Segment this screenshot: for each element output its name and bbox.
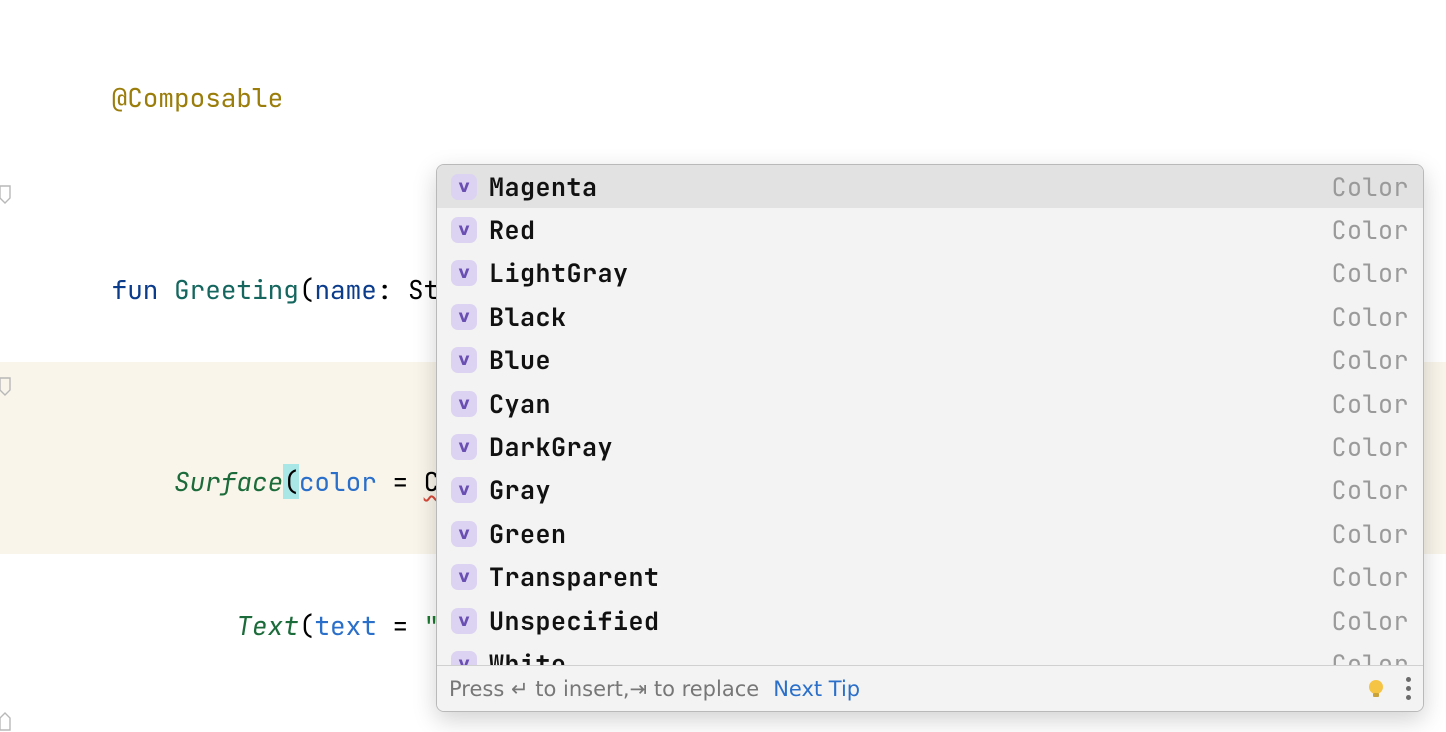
completion-item[interactable]: v LightGray Color: [437, 252, 1423, 295]
completion-item[interactable]: v Red Color: [437, 208, 1423, 251]
completion-item-type: Color: [1331, 647, 1409, 665]
completion-item-label: Unspecified: [489, 604, 660, 638]
more-options-icon[interactable]: [1405, 677, 1411, 700]
completion-item-label: Blue: [489, 343, 551, 377]
tab-key-icon: ⇥: [630, 677, 648, 701]
lightbulb-icon[interactable]: [1365, 678, 1387, 700]
paren-open: (: [299, 608, 315, 643]
gutter-fold-icon[interactable]: [0, 712, 12, 732]
completion-item[interactable]: v Unspecified Color: [437, 599, 1423, 642]
completion-item-label: Transparent: [489, 560, 660, 594]
code-editor[interactable]: @Composable fun Greeting(name: String) {…: [0, 0, 1446, 732]
gutter-fold-icon[interactable]: [0, 184, 12, 204]
completion-item-type: Color: [1331, 473, 1409, 507]
completion-popup[interactable]: v Magenta Color v Red Color v LightGray Color v Bl…: [436, 164, 1424, 712]
completion-item-type: Color: [1331, 213, 1409, 247]
indent: [112, 608, 237, 643]
completion-item-label: Magenta: [489, 170, 598, 204]
enter-key-icon: ↵: [511, 677, 529, 701]
value-badge-icon: v: [451, 564, 477, 590]
completion-list[interactable]: v Magenta Color v Red Color v LightGray Color v Bl…: [437, 165, 1423, 665]
value-badge-icon: v: [451, 434, 477, 460]
completion-item-label: LightGray: [489, 256, 629, 290]
completion-item-type: Color: [1331, 256, 1409, 290]
value-badge-icon: v: [451, 260, 477, 286]
completion-item-label: Green: [489, 517, 567, 551]
function-name: Greeting: [174, 272, 299, 307]
completion-item[interactable]: v Blue Color: [437, 339, 1423, 382]
next-tip-link[interactable]: Next Tip: [773, 677, 860, 701]
footer-hint-replace: ⇥ to replace: [630, 677, 760, 701]
completion-item-type: Color: [1331, 300, 1409, 334]
gutter-fold-icon[interactable]: [0, 376, 12, 396]
value-badge-icon: v: [451, 174, 477, 200]
completion-item-type: Color: [1331, 343, 1409, 377]
value-badge-icon: v: [451, 477, 477, 503]
completion-item[interactable]: v DarkGray Color: [437, 425, 1423, 468]
completion-item-label: DarkGray: [489, 430, 613, 464]
completion-item-type: Color: [1331, 430, 1409, 464]
completion-item[interactable]: v Cyan Color: [437, 382, 1423, 425]
completion-item-type: Color: [1331, 604, 1409, 638]
completion-item-label: Gray: [489, 473, 551, 507]
completion-item-label: Black: [489, 300, 567, 334]
completion-item-label: Red: [489, 213, 536, 247]
indent: [112, 464, 174, 499]
completion-item-type: Color: [1331, 517, 1409, 551]
named-arg-color: color: [299, 464, 377, 499]
completion-item[interactable]: v Black Color: [437, 295, 1423, 338]
eq: =: [377, 608, 424, 643]
completion-item[interactable]: v Green Color: [437, 512, 1423, 555]
param-colon: :: [377, 272, 408, 307]
code-line-annotation[interactable]: @Composable: [0, 26, 1446, 170]
footer-text: Press: [449, 677, 511, 701]
value-badge-icon: v: [451, 347, 477, 373]
completion-item-type: Color: [1331, 387, 1409, 421]
param-name: name: [314, 272, 376, 307]
value-badge-icon: v: [451, 217, 477, 243]
footer-text: to replace: [647, 677, 759, 701]
value-badge-icon: v: [451, 651, 477, 665]
call-surface: Surface: [174, 464, 283, 499]
keyword-fun: fun: [112, 272, 174, 307]
value-badge-icon: v: [451, 304, 477, 330]
footer-hint-insert: Press ↵ to insert,: [449, 677, 630, 701]
value-badge-icon: v: [451, 521, 477, 547]
annotation: @Composable: [112, 80, 284, 115]
completion-footer: Press ↵ to insert, ⇥ to replace Next Tip: [437, 665, 1423, 711]
completion-item[interactable]: v Magenta Color: [437, 165, 1423, 208]
completion-item-label: White: [489, 647, 567, 665]
call-text: Text: [236, 608, 298, 643]
completion-item[interactable]: v Gray Color: [437, 469, 1423, 512]
completion-item-label: Cyan: [489, 387, 551, 421]
value-badge-icon: v: [451, 391, 477, 417]
completion-item[interactable]: v White Color: [437, 642, 1423, 665]
footer-text: to insert,: [529, 677, 630, 701]
paren-open-match: (: [283, 464, 299, 499]
value-badge-icon: v: [451, 608, 477, 634]
completion-item-type: Color: [1331, 170, 1409, 204]
completion-item-type: Color: [1331, 560, 1409, 594]
eq: =: [377, 464, 424, 499]
completion-item[interactable]: v Transparent Color: [437, 556, 1423, 599]
paren-open: (: [299, 272, 315, 307]
named-arg-text: text: [314, 608, 376, 643]
